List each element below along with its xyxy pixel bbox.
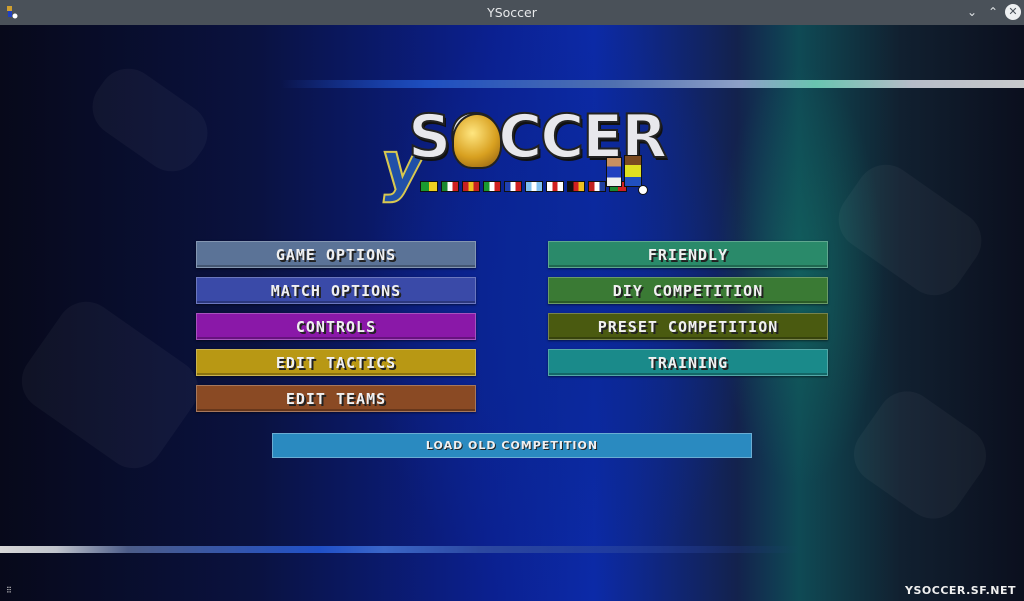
resize-grip-icon[interactable]: ⠿ xyxy=(6,587,14,595)
flag-brazil-icon xyxy=(420,181,438,192)
edit-tactics-button[interactable]: EDIT TACTICS xyxy=(196,349,476,376)
background-shape xyxy=(80,56,220,184)
training-button[interactable]: TRAINING xyxy=(548,349,828,376)
flag-france-icon xyxy=(504,181,522,192)
preset-competition-button[interactable]: PRESET COMPETITION xyxy=(548,313,828,340)
website-label: YSOCCER.SF.NET xyxy=(905,584,1016,597)
window-titlebar: YSoccer ⌄ ⌃ ✕ xyxy=(0,0,1024,25)
chevron-up-icon[interactable]: ⌃ xyxy=(985,4,1001,20)
background-shape xyxy=(10,289,210,481)
flag-row xyxy=(420,181,627,192)
background-shape xyxy=(826,152,994,308)
ysoccer-logo: y SOCCER xyxy=(376,105,669,205)
match-options-button[interactable]: MATCH OPTIONS xyxy=(196,277,476,304)
flag-spain-icon xyxy=(462,181,480,192)
background-shape xyxy=(842,379,998,531)
trophy-icon xyxy=(452,113,502,169)
players-icon xyxy=(606,153,650,195)
friendly-button[interactable]: FRIENDLY xyxy=(548,241,828,268)
decorative-stripe-bottom xyxy=(0,546,800,553)
window-title: YSoccer xyxy=(487,5,537,20)
edit-teams-button[interactable]: EDIT TEAMS xyxy=(196,385,476,412)
decorative-stripe-top xyxy=(280,80,1024,88)
flag-argentina-icon xyxy=(525,181,543,192)
flag-italy-icon xyxy=(483,181,501,192)
player-icon xyxy=(606,157,622,187)
ball-icon xyxy=(638,185,648,195)
chevron-down-icon[interactable]: ⌄ xyxy=(964,4,980,20)
flag-england-icon xyxy=(546,181,564,192)
player-icon xyxy=(624,155,642,187)
controls-button[interactable]: CONTROLS xyxy=(196,313,476,340)
game-options-button[interactable]: GAME OPTIONS xyxy=(196,241,476,268)
diy-competition-button[interactable]: DIY COMPETITION xyxy=(548,277,828,304)
load-old-competition-button[interactable]: LOAD OLD COMPETITION xyxy=(272,433,752,458)
flag-mexico-icon xyxy=(441,181,459,192)
game-canvas: y SOCCER GAME OPTIONS MATCH OPTIONS CONT… xyxy=(0,25,1024,601)
flag-germany-icon xyxy=(567,181,585,192)
flag-netherlands-icon xyxy=(588,181,606,192)
close-icon[interactable]: ✕ xyxy=(1005,4,1021,20)
